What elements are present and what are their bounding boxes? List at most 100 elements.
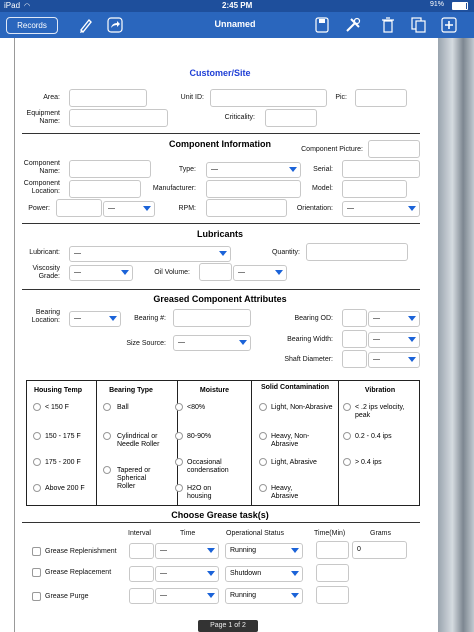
power-unit-select[interactable]: — <box>103 201 155 217</box>
option-label: Occasional condensation <box>187 459 229 474</box>
bearing-width-unit-value: — <box>373 336 380 343</box>
operational-status-header: Operational Status <box>226 530 284 537</box>
vibration-header: Vibration <box>364 387 396 394</box>
option-label: Heavy, Non-Abrasive <box>271 433 310 448</box>
component-name-input[interactable] <box>69 160 151 178</box>
power-unit-value: — <box>108 205 115 212</box>
radio-vibration[interactable] <box>343 403 351 411</box>
save-icon[interactable] <box>313 15 331 35</box>
bearing-width-unit-select[interactable]: — <box>368 332 420 348</box>
radio-bearing-type[interactable] <box>103 432 111 440</box>
bearing-od-input[interactable] <box>342 309 367 327</box>
status-bar: iPad ◠ 2:45 PM 91% <box>0 0 474 12</box>
add-icon[interactable] <box>440 15 458 35</box>
equipment-name-input[interactable] <box>69 109 168 127</box>
radio-solid-contamination[interactable] <box>259 484 267 492</box>
background-image <box>438 38 474 632</box>
component-location-input[interactable] <box>69 180 141 198</box>
time-header: Time <box>180 530 196 537</box>
interval-input[interactable] <box>129 588 154 604</box>
option-label: 150 - 175 F <box>45 433 81 440</box>
shaft-diameter-unit-select[interactable]: — <box>368 352 420 368</box>
grams-input[interactable]: 0 <box>352 541 407 559</box>
chevron-down-icon <box>143 206 151 211</box>
status-select[interactable]: Shutdown <box>225 566 303 582</box>
option-label: 80-90% <box>187 433 212 440</box>
radio-vibration[interactable] <box>343 458 351 466</box>
type-select[interactable]: — <box>206 162 301 178</box>
shaft-diameter-label: Shaft Diameter: <box>284 356 333 363</box>
bearing-od-unit-select[interactable]: — <box>368 311 420 327</box>
oil-volume-unit-select[interactable]: — <box>233 265 287 281</box>
radio-moisture[interactable] <box>175 403 183 411</box>
next-page-arrow-icon[interactable]: ⟶ <box>280 619 294 630</box>
component-name-label: Component Name: <box>23 160 60 175</box>
model-input[interactable] <box>342 180 407 198</box>
option-label: Ball <box>117 404 129 411</box>
rpm-input[interactable] <box>206 199 287 217</box>
viscosity-grade-label: Viscosity Grade: <box>32 265 61 280</box>
bearing-number-input[interactable] <box>173 309 251 327</box>
component-info-title: Component Information <box>169 139 271 149</box>
time-select[interactable]: — <box>155 566 219 582</box>
component-picture-input[interactable] <box>368 140 420 158</box>
share-icon[interactable] <box>106 15 124 35</box>
radio-solid-contamination[interactable] <box>259 403 267 411</box>
power-input[interactable] <box>56 199 102 217</box>
bearing-location-select[interactable]: — <box>69 311 121 327</box>
radio-housing-temp[interactable] <box>33 484 41 492</box>
moisture-header: Moisture <box>199 387 230 394</box>
radio-housing-temp[interactable] <box>33 458 41 466</box>
tools-icon[interactable] <box>344 15 362 35</box>
interval-input[interactable] <box>129 543 154 559</box>
size-source-select[interactable]: — <box>173 335 251 351</box>
pic-input[interactable] <box>355 89 407 107</box>
status-select[interactable]: Running <box>225 543 303 559</box>
radio-solid-contamination[interactable] <box>259 432 267 440</box>
time-min-input[interactable] <box>316 564 349 582</box>
bearing-type-header: Bearing Type <box>109 387 153 394</box>
lubricants-title: Lubricants <box>196 229 243 239</box>
radio-moisture[interactable] <box>175 458 183 466</box>
viscosity-select[interactable]: — <box>69 265 133 281</box>
grease-purge-checkbox[interactable] <box>32 592 41 601</box>
pen-icon[interactable] <box>76 15 94 35</box>
radio-housing-temp[interactable] <box>33 403 41 411</box>
duplicate-icon[interactable] <box>410 15 428 35</box>
quantity-input[interactable] <box>306 243 408 261</box>
records-button[interactable]: Records <box>6 17 58 34</box>
radio-vibration[interactable] <box>343 432 351 440</box>
size-source-label: Size Source: <box>126 340 166 347</box>
grease-replacement-checkbox[interactable] <box>32 568 41 577</box>
oil-volume-input[interactable] <box>199 263 232 281</box>
radio-moisture[interactable] <box>175 432 183 440</box>
time-select[interactable]: — <box>155 543 219 559</box>
lubricant-select[interactable]: — <box>69 246 231 262</box>
time-min-input[interactable] <box>316 586 349 604</box>
radio-housing-temp[interactable] <box>33 432 41 440</box>
manufacturer-input[interactable] <box>206 180 301 198</box>
serial-input[interactable] <box>342 160 420 178</box>
area-input[interactable] <box>69 89 147 107</box>
area-label: Area: <box>43 94 60 101</box>
orientation-select[interactable]: — <box>342 201 420 217</box>
grease-replenishment-checkbox[interactable] <box>32 547 41 556</box>
criticality-input[interactable] <box>265 109 317 127</box>
interval-input[interactable] <box>129 566 154 582</box>
trash-icon[interactable] <box>379 15 397 35</box>
bearing-width-input[interactable] <box>342 330 367 348</box>
time-min-input[interactable] <box>316 541 349 559</box>
bearing-number-label: Bearing #: <box>134 315 166 322</box>
radio-bearing-type[interactable] <box>103 403 111 411</box>
radio-bearing-type[interactable] <box>103 466 111 474</box>
status-select[interactable]: Running <box>225 588 303 604</box>
shaft-diameter-input[interactable] <box>342 350 367 368</box>
component-location-label: Component Location: <box>23 180 60 195</box>
radio-moisture[interactable] <box>175 484 183 492</box>
radio-solid-contamination[interactable] <box>259 458 267 466</box>
unit-id-input[interactable] <box>210 89 327 107</box>
divider <box>22 289 420 290</box>
time-select[interactable]: — <box>155 588 219 604</box>
option-label: 0.2 - 0.4 ips <box>355 433 392 440</box>
time-min-header: Time(Min) <box>314 530 346 537</box>
